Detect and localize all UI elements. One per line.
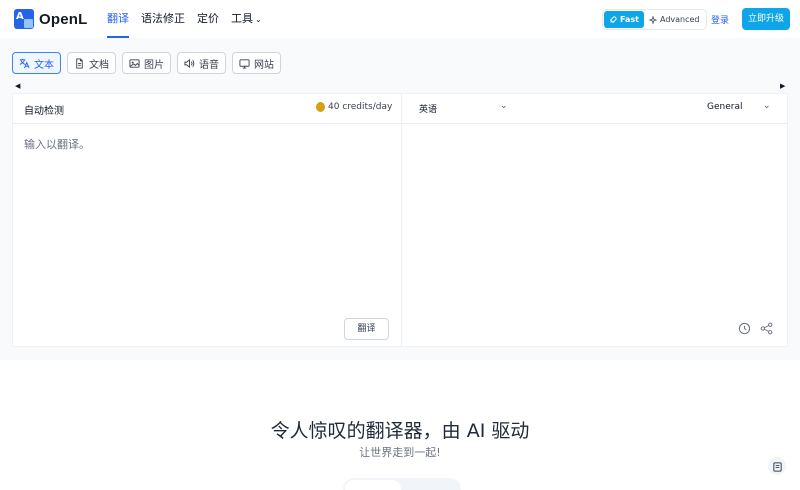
tab-voice-label: 语音 bbox=[199, 59, 219, 71]
login-link[interactable]: 登录 bbox=[711, 13, 729, 26]
document-icon bbox=[76, 57, 83, 69]
panel-header-divider bbox=[12, 123, 788, 124]
translate-button[interactable]: 翻译 bbox=[344, 318, 389, 340]
credits-indicator: 40 credits/day bbox=[316, 102, 392, 112]
monitor-icon bbox=[239, 58, 250, 69]
source-text-input[interactable] bbox=[24, 136, 384, 306]
chevron-down-icon[interactable]: ⌄ bbox=[500, 101, 508, 111]
speaker-icon bbox=[184, 58, 195, 68]
source-language-label[interactable]: 自动检测 bbox=[24, 102, 64, 117]
nav-pricing[interactable]: 定价 bbox=[197, 0, 219, 38]
panel-divider bbox=[401, 93, 402, 347]
nav-grammar[interactable]: 语法修正 bbox=[141, 0, 185, 38]
medal-icon bbox=[316, 102, 325, 112]
mode-fast-button[interactable]: Fast bbox=[604, 11, 644, 28]
brand-name: OpenL bbox=[39, 10, 88, 28]
input-type-tabs: 文本 文档 图片 语音 网站 bbox=[12, 52, 281, 74]
tab-website-label: 网站 bbox=[254, 59, 274, 71]
scroll-left-arrow-icon[interactable]: ◀ bbox=[15, 82, 20, 90]
tab-website[interactable]: 网站 bbox=[232, 52, 281, 74]
image-icon bbox=[129, 58, 140, 68]
clipboard-icon bbox=[772, 461, 782, 472]
tab-text-label: 文本 bbox=[34, 59, 54, 71]
openl-logo-icon: A bbox=[14, 9, 34, 29]
chevron-down-icon[interactable]: ⌄ bbox=[763, 101, 771, 111]
tab-voice[interactable]: 语音 bbox=[177, 52, 226, 74]
share-icon[interactable] bbox=[760, 322, 773, 335]
tab-image[interactable]: 图片 bbox=[122, 52, 171, 74]
credits-text: 40 credits/day bbox=[328, 102, 393, 112]
hero-subtitle: 让世界走到一起! bbox=[359, 446, 441, 459]
main-nav: 翻译 语法修正 定价 工具 ⌄ bbox=[107, 0, 262, 38]
history-icon[interactable] bbox=[738, 322, 751, 335]
rocket-icon bbox=[609, 15, 617, 23]
logo[interactable]: A OpenL bbox=[14, 9, 88, 29]
target-language-select[interactable]: 英语 bbox=[419, 102, 437, 115]
mode-toggle: Fast Advanced bbox=[602, 9, 707, 30]
nav-translate[interactable]: 翻译 bbox=[107, 0, 129, 38]
support-icon[interactable] bbox=[768, 457, 786, 475]
style-select[interactable]: General bbox=[707, 102, 742, 112]
scroll-right-arrow-icon[interactable]: ▶ bbox=[780, 82, 785, 90]
mode-switch-pill[interactable] bbox=[343, 478, 461, 490]
top-nav-bar: A OpenL 翻译 语法修正 定价 工具 ⌄ Fast Advanced 登录 … bbox=[0, 0, 800, 38]
nav-tools-label: 工具 bbox=[231, 12, 253, 25]
nav-tools[interactable]: 工具 ⌄ bbox=[231, 0, 262, 38]
mode-advanced-button[interactable]: Advanced bbox=[644, 11, 705, 28]
translate-icon bbox=[19, 58, 30, 68]
upgrade-button[interactable]: 立即升级 bbox=[742, 8, 790, 30]
mode-switch-selected bbox=[345, 480, 401, 490]
tab-image-label: 图片 bbox=[144, 59, 164, 71]
hero-title: 令人惊叹的翻译器，由 AI 驱动 bbox=[270, 420, 530, 442]
tab-document[interactable]: 文档 bbox=[67, 52, 116, 74]
mode-fast-label: Fast bbox=[620, 15, 639, 24]
tab-text[interactable]: 文本 bbox=[12, 52, 61, 74]
sparkle-icon bbox=[648, 15, 657, 24]
chevron-down-icon: ⌄ bbox=[255, 15, 262, 24]
mode-advanced-label: Advanced bbox=[659, 15, 700, 24]
tab-document-label: 文档 bbox=[89, 59, 109, 71]
